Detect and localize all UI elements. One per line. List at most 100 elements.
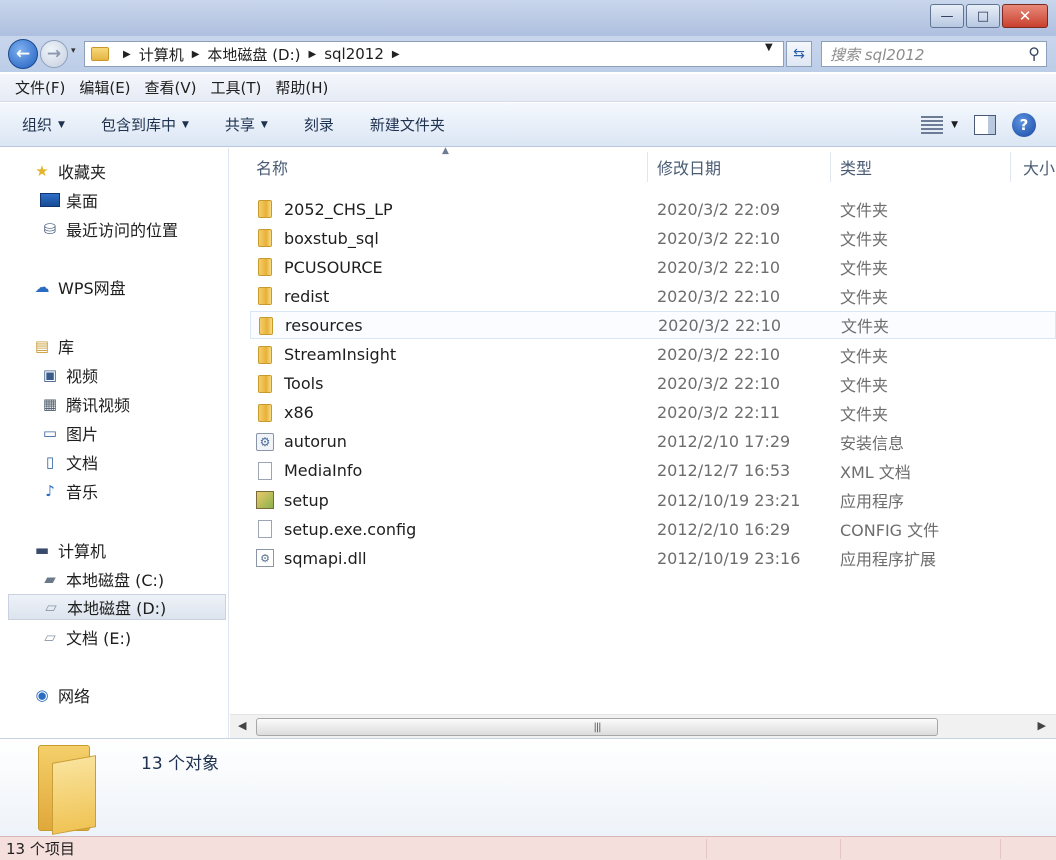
column-header-size[interactable]: 大小: [1023, 148, 1055, 186]
chevron-right-icon[interactable]: ▶: [309, 49, 317, 60]
sidebar-item-label: WPS网盘: [58, 279, 126, 298]
file-row[interactable]: ⚙ autorun 2012/2/10 17:29 安装信息: [250, 428, 1056, 456]
menu-tools[interactable]: 工具(T): [211, 77, 262, 98]
file-type: 文件夹: [840, 230, 889, 250]
document-icon: ▯: [45, 453, 55, 471]
sidebar-item-computer[interactable]: ▬ 计算机: [32, 537, 106, 563]
sidebar-item-recent[interactable]: ⛁ 最近访问的位置: [40, 216, 178, 242]
column-divider[interactable]: [830, 152, 831, 182]
file-row[interactable]: x86 2020/3/2 22:11 文件夹: [250, 399, 1056, 427]
breadcrumb-sql2012[interactable]: sql2012: [324, 45, 384, 63]
file-type: 文件夹: [840, 201, 889, 220]
refresh-button[interactable]: ⇆: [786, 41, 812, 67]
sidebar-item-videos[interactable]: ▣ 视频: [40, 362, 98, 388]
maximize-button[interactable]: □: [966, 4, 1000, 28]
file-type: 安装信息: [840, 433, 905, 453]
file-row[interactable]: setup.exe.config 2012/2/10 16:29 CONFIG 文件: [250, 515, 1056, 543]
file-date: 2020/3/2 22:10: [657, 228, 781, 248]
sidebar-item-pictures[interactable]: ▭ 图片: [40, 420, 98, 446]
forward-button[interactable]: →: [40, 40, 68, 68]
scroll-left-icon[interactable]: ◀: [238, 719, 246, 732]
file-type: 应用程序扩展: [840, 550, 937, 570]
sidebar-item-tencent-video[interactable]: ▦ 腾讯视频: [40, 391, 130, 417]
settings-file-icon: ⚙: [256, 432, 274, 451]
file-row[interactable]: redist 2020/3/2 22:10 文件夹: [250, 282, 1056, 310]
close-button[interactable]: ✕: [1002, 4, 1048, 28]
file-row[interactable]: setup 2012/10/19 23:21 应用程序: [250, 486, 1056, 514]
back-button[interactable]: ←: [8, 39, 38, 69]
file-row[interactable]: resources 2020/3/2 22:10 文件夹: [250, 311, 1056, 340]
item-count: 13 个对象: [141, 754, 220, 774]
breadcrumb-drive-d[interactable]: 本地磁盘 (D:): [207, 44, 300, 65]
menu-file[interactable]: 文件(F): [15, 77, 65, 98]
change-view-button[interactable]: ▼: [921, 116, 958, 134]
chevron-right-icon[interactable]: ▶: [192, 49, 200, 60]
drive-icon: ▱: [44, 628, 56, 646]
system-drive-icon: ▰: [44, 570, 56, 588]
file-row[interactable]: boxstub_sql 2020/3/2 22:10 文件夹: [250, 224, 1056, 252]
sidebar-item-wps[interactable]: ☁ WPS网盘: [32, 274, 126, 300]
chevron-right-icon[interactable]: ▶: [392, 49, 400, 60]
star-icon: ★: [35, 162, 49, 180]
new-folder-button[interactable]: 新建文件夹: [370, 114, 445, 135]
preview-pane-icon[interactable]: [974, 115, 996, 135]
search-input[interactable]: 搜索 sql2012 ⚲: [821, 41, 1047, 67]
sidebar-item-documents[interactable]: ▯ 文档: [40, 449, 98, 475]
sidebar-item-drive-d[interactable]: ▱ 本地磁盘 (D:): [8, 594, 226, 620]
sidebar-item-label: 收藏夹: [58, 163, 107, 182]
burn-button[interactable]: 刻录: [304, 114, 334, 135]
sidebar-item-network[interactable]: ◉ 网络: [32, 682, 90, 708]
horizontal-scrollbar[interactable]: ◀ ||| ▶: [230, 714, 1056, 738]
scroll-right-icon[interactable]: ▶: [1038, 719, 1046, 732]
scrollbar-thumb[interactable]: |||: [256, 718, 938, 736]
chevron-down-icon: ▼: [260, 119, 268, 130]
sidebar-item-label: 图片: [66, 425, 99, 444]
sidebar-item-music[interactable]: ♪ 音乐: [40, 478, 98, 504]
file-type: 文件夹: [840, 288, 889, 308]
search-placeholder: 搜索 sql2012: [830, 45, 925, 64]
menu-edit[interactable]: 编辑(E): [79, 77, 130, 98]
file-row[interactable]: ⚙ sqmapi.dll 2012/10/19 23:16 应用程序扩展: [250, 544, 1056, 572]
minimize-button[interactable]: —: [930, 4, 964, 28]
sidebar-item-drive-e[interactable]: ▱ 文档 (E:): [40, 624, 131, 650]
file-row[interactable]: 2052_CHS_LP 2020/3/2 22:09 文件夹: [250, 195, 1056, 223]
folder-icon: [258, 345, 272, 364]
file-row[interactable]: StreamInsight 2020/3/2 22:10 文件夹: [250, 341, 1056, 369]
document-icon: [258, 520, 272, 539]
menu-view[interactable]: 查看(V): [145, 77, 197, 98]
column-header-date[interactable]: 修改日期: [657, 148, 721, 186]
organize-button[interactable]: 组织 ▼: [22, 114, 65, 135]
address-box[interactable]: ▶ 计算机 ▶ 本地磁盘 (D:) ▶ sql2012 ▶: [84, 41, 784, 67]
file-name: resources: [285, 315, 363, 335]
column-divider[interactable]: [1010, 152, 1011, 182]
recent-pages-dropdown[interactable]: ▾: [71, 46, 76, 56]
sidebar-item-desktop[interactable]: 桌面: [40, 187, 98, 213]
share-button[interactable]: 共享 ▼: [225, 114, 268, 135]
sidebar-item-libraries[interactable]: ▤ 库: [32, 333, 74, 359]
file-name: Tools: [284, 374, 324, 394]
search-icon[interactable]: ⚲: [1028, 44, 1040, 63]
include-in-library-button[interactable]: 包含到库中 ▼: [101, 114, 189, 135]
file-row[interactable]: PCUSOURCE 2020/3/2 22:10 文件夹: [250, 253, 1056, 281]
file-name: x86: [284, 403, 314, 423]
menu-help[interactable]: 帮助(H): [275, 77, 328, 98]
address-history-dropdown[interactable]: ▼: [765, 42, 773, 53]
column-divider[interactable]: [647, 152, 648, 182]
file-row[interactable]: Tools 2020/3/2 22:10 文件夹: [250, 370, 1056, 398]
column-header-type[interactable]: 类型: [840, 148, 872, 186]
view-list-icon: [921, 116, 944, 134]
chevron-right-icon[interactable]: ▶: [123, 49, 131, 60]
file-date: 2020/3/2 22:11: [657, 403, 781, 423]
file-type: 文件夹: [840, 346, 889, 366]
sidebar-item-drive-c[interactable]: ▰ 本地磁盘 (C:): [40, 566, 164, 592]
file-type: 文件夹: [841, 317, 890, 337]
sidebar-item-favorites[interactable]: ★ 收藏夹: [32, 158, 106, 184]
refresh-icon: ⇆: [793, 46, 805, 62]
navigation-pane: ★ 收藏夹 桌面 ⛁ 最近访问的位置 ☁ WPS网盘 ▤ 库 ▣ 视频 ▦ 腾讯…: [0, 148, 229, 738]
breadcrumb-computer[interactable]: 计算机: [139, 44, 184, 65]
details-pane: 13 个对象: [0, 738, 1056, 836]
file-row[interactable]: MediaInfo 2012/12/7 16:53 XML 文档: [250, 457, 1056, 485]
column-header-name[interactable]: 名称: [256, 148, 288, 186]
sidebar-item-label: 文档: [66, 454, 99, 473]
help-icon[interactable]: ?: [1012, 113, 1036, 137]
